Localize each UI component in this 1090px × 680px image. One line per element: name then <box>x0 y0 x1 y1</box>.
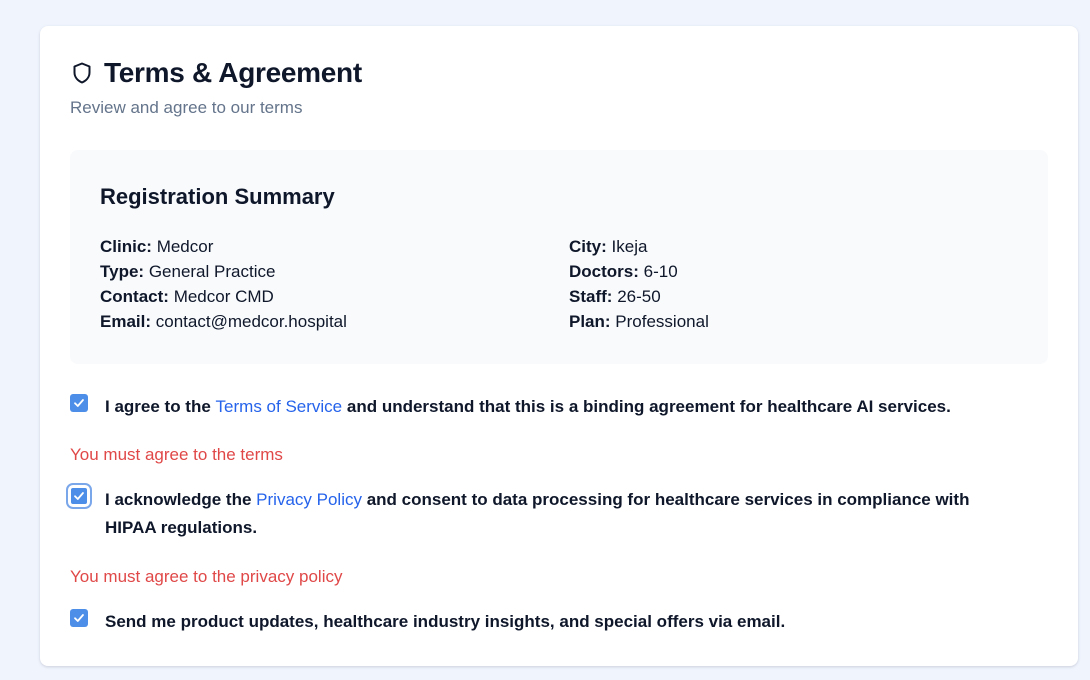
title-row: Terms & Agreement <box>70 56 362 90</box>
summary-item-city: City: Ikeja <box>569 237 648 256</box>
summary-item-type: Type: General Practice <box>100 262 276 281</box>
check-icon <box>74 492 84 500</box>
marketing-label[interactable]: Send me product updates, healthcare indu… <box>105 608 1025 636</box>
marketing-opt-in-row: Send me product updates, healthcare indu… <box>70 609 1025 636</box>
terms-error: You must agree to the terms <box>70 445 283 464</box>
summary-right-column: City: Ikeja Doctors: 6-10 Staff: 26-50 P… <box>569 234 1018 334</box>
summary-item-contact: Contact: Medcor CMD <box>100 287 274 306</box>
summary-item-staff: Staff: 26-50 <box>569 287 661 306</box>
summary-item-email: Email: contact@medcor.hospital <box>100 312 347 331</box>
page-title: Terms & Agreement <box>104 57 362 88</box>
registration-summary: Registration Summary Clinic: Medcor Type… <box>70 150 1048 364</box>
summary-grid: Clinic: Medcor Type: General Practice Co… <box>100 234 1018 334</box>
summary-left-column: Clinic: Medcor Type: General Practice Co… <box>100 234 569 334</box>
privacy-label[interactable]: I acknowledge the Privacy Policy and con… <box>105 486 1025 542</box>
summary-item-doctors: Doctors: 6-10 <box>569 262 678 281</box>
terms-card: Terms & Agreement Review and agree to ou… <box>40 26 1078 666</box>
check-icon <box>74 399 84 407</box>
summary-title: Registration Summary <box>100 184 335 209</box>
privacy-error: You must agree to the privacy policy <box>70 567 343 586</box>
terms-agreement-row: I agree to the Terms of Service and unde… <box>70 394 1025 421</box>
check-icon <box>74 614 84 622</box>
summary-item-clinic: Clinic: Medcor <box>100 237 214 256</box>
privacy-checkbox[interactable] <box>66 483 92 509</box>
card-header: Terms & Agreement Review and agree to ou… <box>70 56 362 118</box>
terms-label[interactable]: I agree to the Terms of Service and unde… <box>105 393 1025 421</box>
marketing-checkbox[interactable] <box>70 609 88 627</box>
summary-item-plan: Plan: Professional <box>569 312 709 331</box>
terms-of-service-link[interactable]: Terms of Service <box>216 397 343 416</box>
privacy-agreement-row: I acknowledge the Privacy Policy and con… <box>66 483 1025 542</box>
page-subtitle: Review and agree to our terms <box>70 98 303 117</box>
shield-icon <box>70 61 94 85</box>
terms-checkbox[interactable] <box>70 394 88 412</box>
privacy-policy-link[interactable]: Privacy Policy <box>256 490 362 509</box>
